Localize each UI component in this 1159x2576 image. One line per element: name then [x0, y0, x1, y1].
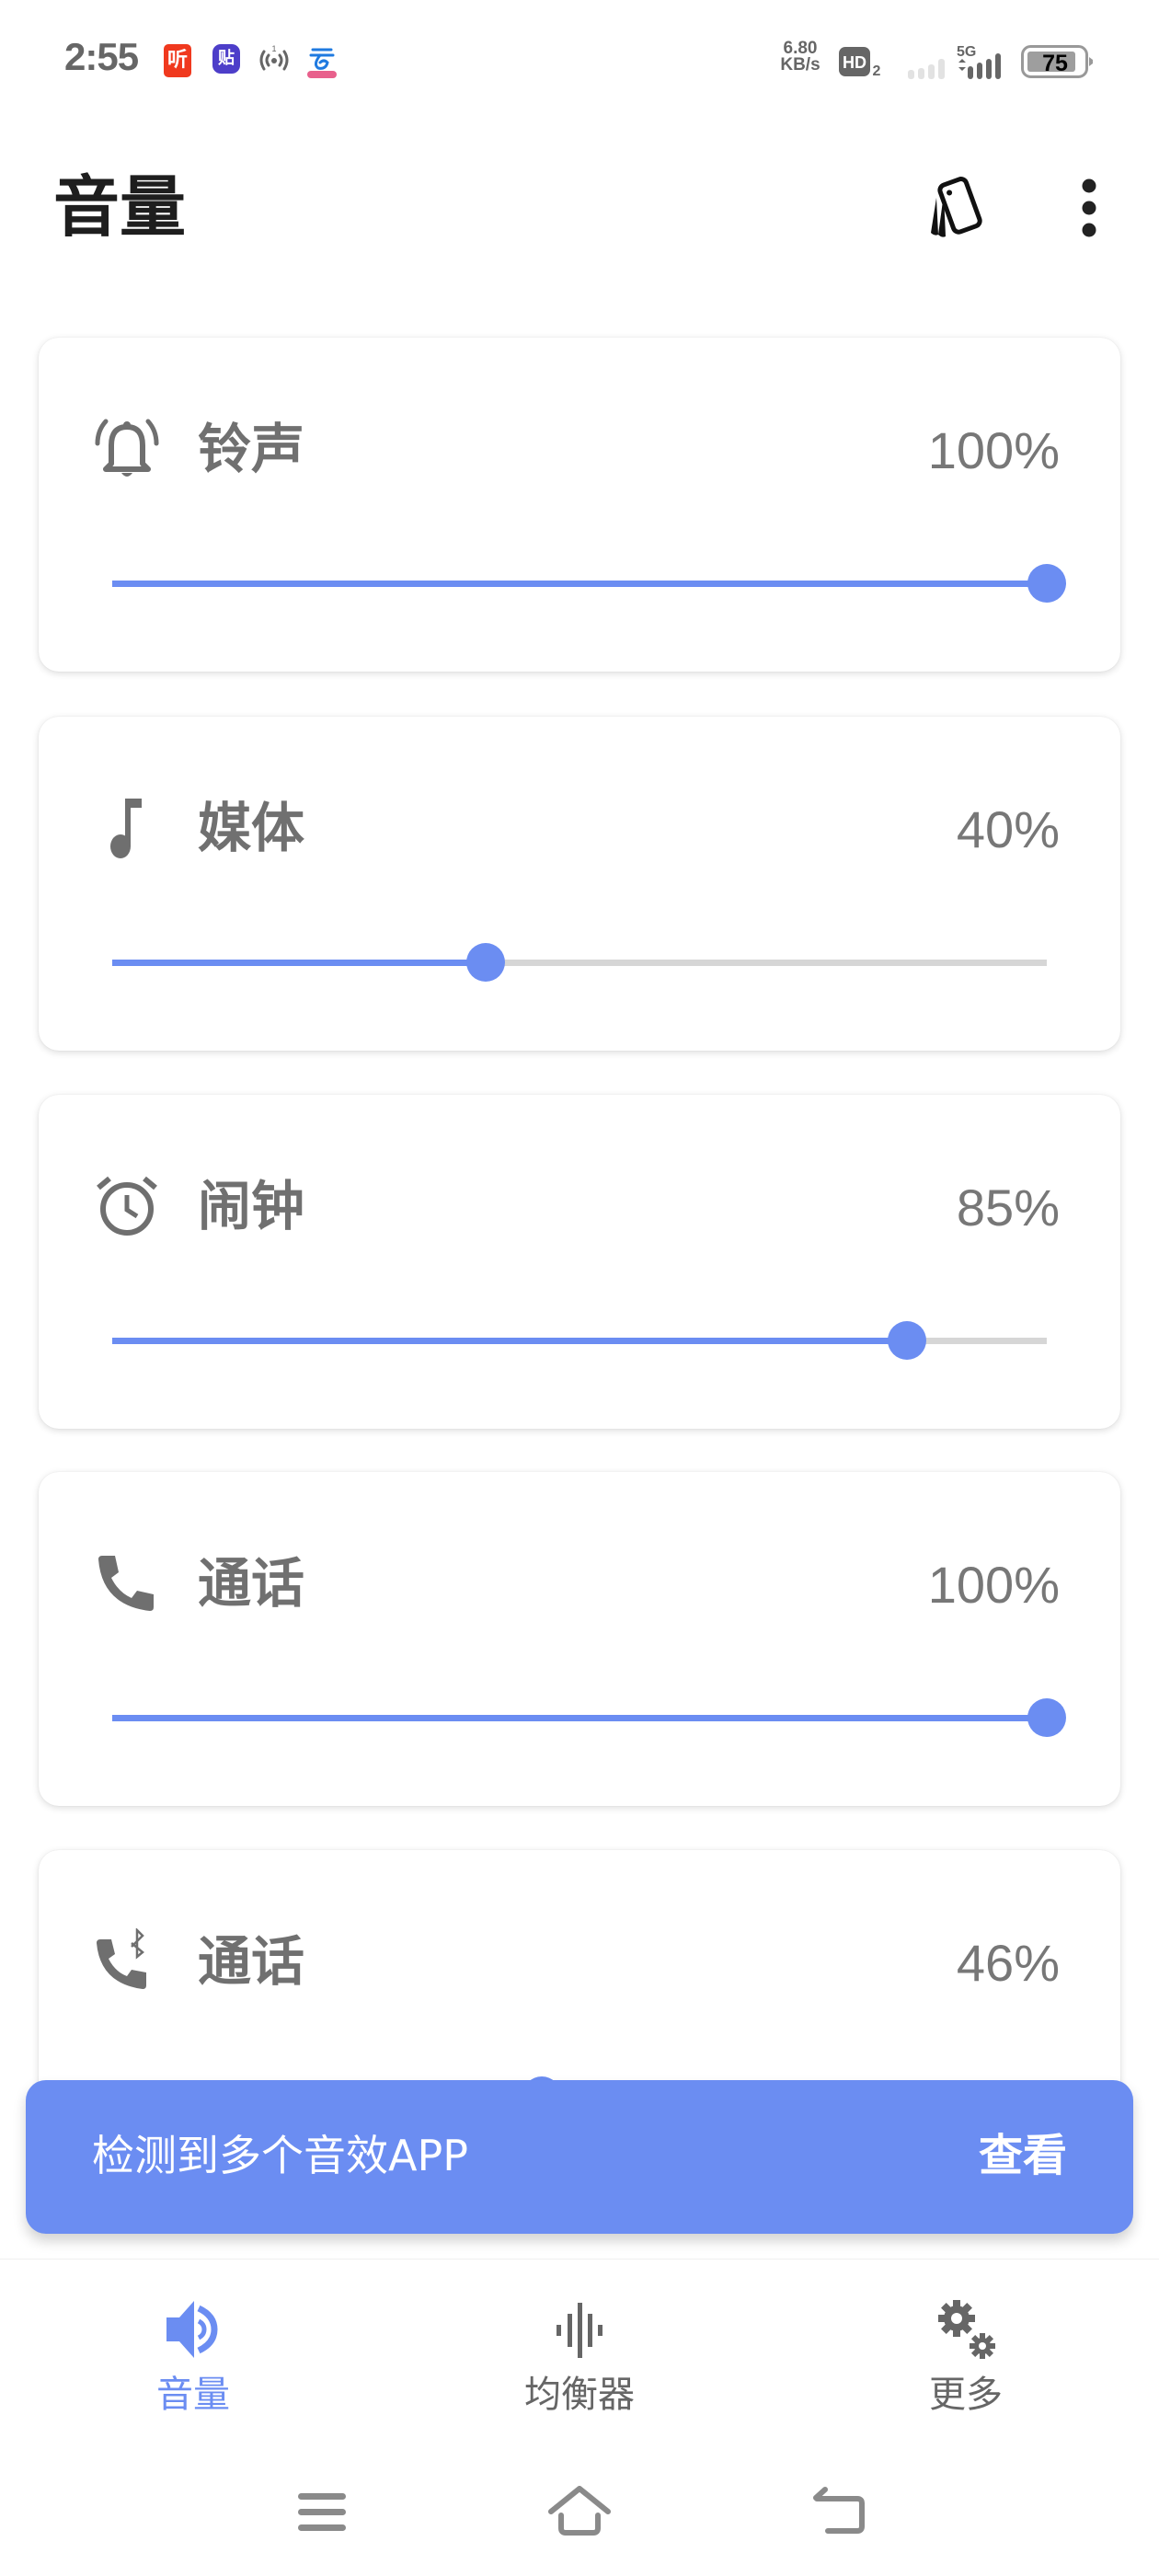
bell-ringing-icon [92, 413, 162, 483]
volume-label: 媒体 [198, 797, 305, 859]
svg-text:1: 1 [271, 44, 276, 53]
slider-fill [112, 581, 1047, 587]
back-button[interactable] [798, 2475, 881, 2548]
tieba-icon: 贴 [212, 44, 240, 74]
svg-text:2: 2 [873, 63, 881, 78]
network-speed-unit: KB/s [780, 55, 820, 75]
battery-level: 75 [1042, 51, 1068, 76]
home-button[interactable] [538, 2475, 621, 2548]
status-bar: 2:55 听 贴 1 6.80 KB/s HD 2 5G 75 [0, 0, 1159, 120]
volume-slider-ringtone[interactable] [112, 564, 1066, 603]
volume-label: 铃声 [198, 418, 305, 480]
phone-icon [92, 1547, 162, 1617]
gears-icon [929, 2293, 1003, 2366]
system-navigation-bar [0, 2447, 1159, 2576]
volume-card-ringtone: 铃声 100% [39, 338, 1120, 672]
tab-more[interactable]: 更多 [828, 2260, 1104, 2430]
status-time: 2:55 [64, 35, 139, 78]
bottom-navigation: 音量 均衡器 更多 [0, 2259, 1159, 2430]
recents-button[interactable] [281, 2475, 363, 2548]
banner-message: 检测到多个音效APP [92, 2131, 468, 2180]
tab-label: 均衡器 [524, 2374, 635, 2416]
music-note-icon [92, 792, 162, 862]
volume-card-media: 媒体 40% [39, 717, 1120, 1051]
slider-fill [112, 960, 487, 966]
tab-label: 更多 [929, 2374, 1003, 2416]
more-options-icon [1082, 178, 1096, 237]
volume-label: 通话 [198, 1552, 305, 1615]
tab-equalizer[interactable]: 均衡器 [442, 2260, 717, 2430]
volume-label: 通话 [198, 1930, 305, 1993]
slider-thumb[interactable] [1027, 564, 1066, 603]
speaker-icon [156, 2293, 230, 2366]
volume-card-call: 通话 100% [39, 1472, 1120, 1806]
volume-percent: 40% [956, 800, 1060, 858]
home-icon [548, 2486, 611, 2536]
tab-label: 音量 [156, 2374, 230, 2416]
signal-sim1-icon [908, 59, 945, 79]
slider-thumb[interactable] [466, 943, 506, 982]
multiple-sound-apps-banner: 检测到多个音效APP 查看 [26, 2080, 1133, 2234]
view-button[interactable]: 查看 [979, 2128, 1067, 2183]
volume-card-alarm: 闹钟 85% [39, 1095, 1120, 1429]
network-speed: 6.80 KB/s [773, 40, 828, 74]
volume-percent: 100% [927, 421, 1060, 479]
slider-fill [112, 1715, 1047, 1721]
battery-icon: 75 [1021, 45, 1093, 78]
ring-mode-icon [931, 177, 982, 237]
bluetooth-phone-icon [92, 1926, 162, 1995]
volume-percent: 100% [927, 1556, 1060, 1614]
hotspot-icon: 1 [259, 44, 289, 71]
ximalaya-ting-icon: 听 [164, 44, 191, 77]
equalizer-icon [543, 2293, 616, 2366]
slider-fill [112, 1338, 907, 1344]
volume-slider-call[interactable] [112, 1698, 1066, 1737]
slider-thumb[interactable] [1027, 1698, 1066, 1737]
back-icon [813, 2487, 865, 2534]
volume-label: 闹钟 [198, 1175, 305, 1237]
volume-slider-alarm[interactable] [112, 1321, 1047, 1360]
ring-mode-button[interactable] [915, 171, 989, 245]
signal-5g-icon: 5G [957, 44, 1001, 79]
cloud-ai-icon [307, 48, 337, 78]
volume-percent: 46% [956, 1934, 1060, 1992]
recents-icon [298, 2493, 346, 2531]
tab-volume[interactable]: 音量 [55, 2260, 331, 2430]
page-title: 音量 [53, 168, 187, 246]
volume-percent: 85% [956, 1179, 1060, 1236]
more-options-button[interactable] [1052, 171, 1126, 245]
svg-text:5G: 5G [957, 44, 976, 60]
svg-text:HD: HD [843, 53, 866, 72]
slider-thumb[interactable] [887, 1321, 926, 1360]
volume-slider-media[interactable] [112, 943, 1047, 982]
hd-voice-icon: HD 2 [839, 47, 881, 78]
alarm-clock-icon [92, 1170, 162, 1240]
